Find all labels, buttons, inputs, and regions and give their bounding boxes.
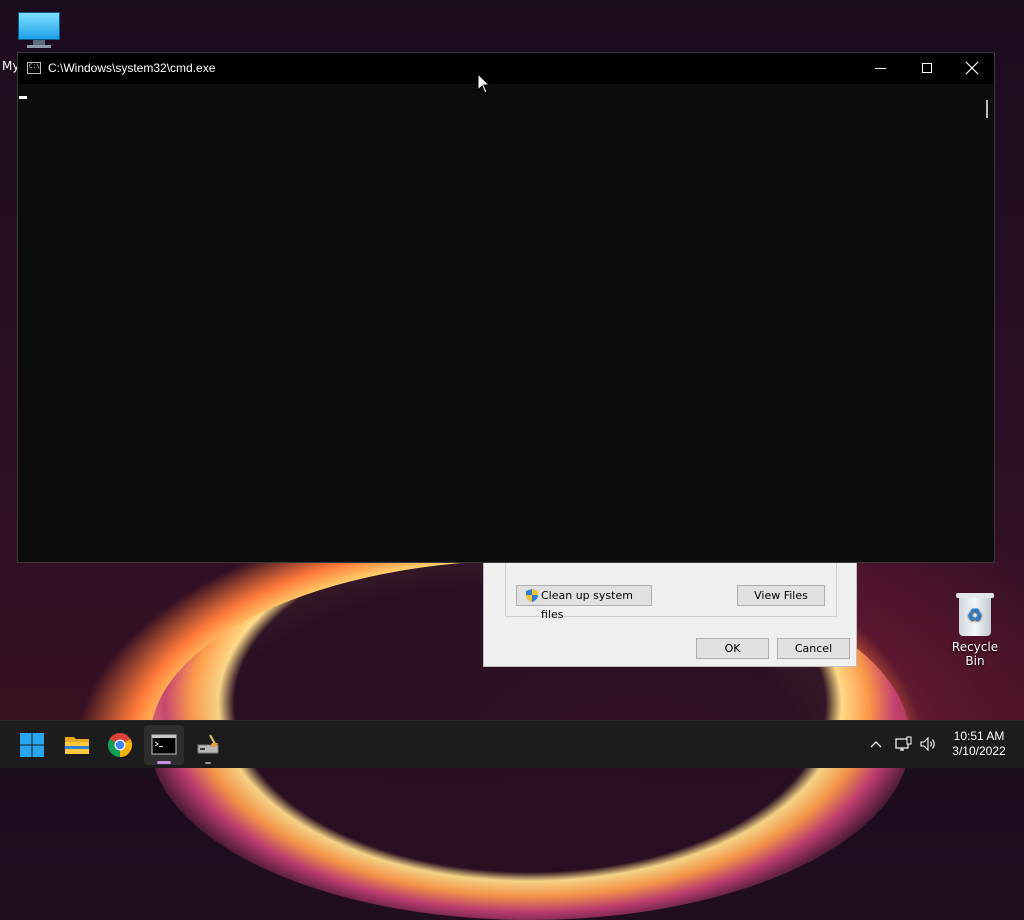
start-button[interactable] <box>12 725 52 765</box>
disk-cleanup-icon <box>197 734 219 754</box>
recycle-symbol-icon: ♻ <box>966 605 984 626</box>
clean-up-system-files-button[interactable]: Clean up system files <box>516 585 652 621</box>
text-cursor <box>19 96 27 99</box>
recycle-bin-shortcut[interactable]: ♻ Recycle Bin <box>942 593 1008 668</box>
monitor-screen <box>18 12 60 40</box>
mouse-pointer-icon <box>477 73 491 94</box>
recycle-bin-icon: ♻ <box>956 593 994 636</box>
cmd-window: C:\ C:\Windows\system32\cmd.exe <box>17 52 995 563</box>
maximize-button[interactable] <box>904 53 950 84</box>
disk-cleanup-dialog: Clean up system files View Files OK Canc… <box>483 560 857 667</box>
command-prompt-taskbar-button[interactable] <box>144 725 184 765</box>
cmd-window-title: C:\Windows\system32\cmd.exe <box>48 61 216 75</box>
volume-icon[interactable] <box>918 734 938 754</box>
windows-logo-icon <box>20 733 44 757</box>
close-icon <box>965 61 979 75</box>
chrome-button[interactable] <box>100 725 140 765</box>
console-area[interactable] <box>18 84 978 562</box>
vertical-scrollbar[interactable] <box>978 84 994 562</box>
clock-date: 3/10/2022 <box>952 744 1006 758</box>
chrome-icon <box>107 733 133 757</box>
minimize-icon <box>875 68 886 69</box>
cancel-button[interactable]: Cancel <box>777 638 850 659</box>
recycle-bin-label: Recycle Bin <box>951 640 999 668</box>
scrollbar-thumb[interactable] <box>986 100 988 118</box>
running-app-indicator <box>205 762 211 764</box>
file-explorer-button[interactable] <box>57 725 97 765</box>
show-hidden-icons-chevron-up-icon[interactable] <box>866 734 886 754</box>
clock-time: 10:51 AM <box>953 729 1005 743</box>
system-clock[interactable]: 10:51 AM 3/10/2022 <box>946 729 1012 759</box>
monitor-base <box>27 45 51 48</box>
taskbar: 10:51 AM 3/10/2022 <box>0 720 1024 768</box>
uac-shield-icon <box>526 589 538 602</box>
active-app-indicator <box>157 761 171 764</box>
minimize-button[interactable] <box>858 53 904 84</box>
ok-button[interactable]: OK <box>696 638 769 659</box>
close-button[interactable] <box>949 53 995 84</box>
cmd-titlebar[interactable]: C:\ C:\Windows\system32\cmd.exe <box>18 53 994 84</box>
cmd-app-icon[interactable]: C:\ <box>27 62 41 74</box>
network-icon[interactable] <box>893 734 913 754</box>
folder-icon <box>65 737 89 754</box>
this-pc-icon[interactable] <box>18 12 60 48</box>
command-prompt-icon <box>151 734 177 755</box>
view-files-button[interactable]: View Files <box>737 585 825 606</box>
disk-cleanup-taskbar-button[interactable] <box>188 725 228 765</box>
maximize-icon <box>922 63 932 73</box>
